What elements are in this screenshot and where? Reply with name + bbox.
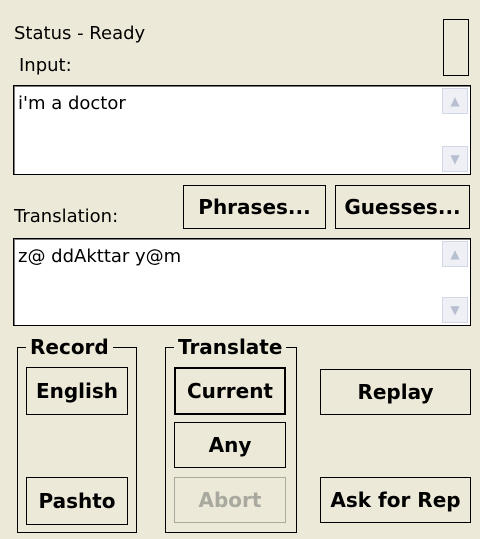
translation-scrollbar[interactable]: ▲ ▼ bbox=[442, 241, 468, 323]
translation-textarea[interactable]: z@ ddAkttar y@m ▲ ▼ bbox=[13, 238, 471, 326]
input-textarea[interactable]: i'm a doctor ▲ ▼ bbox=[13, 85, 471, 175]
current-button[interactable]: Current bbox=[174, 367, 286, 415]
guesses-button[interactable]: Guesses... bbox=[335, 185, 470, 229]
record-group-title: Record bbox=[26, 335, 113, 359]
translation-text: z@ ddAkttar y@m bbox=[18, 246, 182, 267]
ask-for-rep-button[interactable]: Ask for Rep bbox=[320, 477, 471, 523]
input-text: i'm a doctor bbox=[18, 93, 126, 114]
translation-label: Translation: bbox=[14, 206, 119, 227]
scroll-up-icon[interactable]: ▲ bbox=[442, 241, 468, 267]
replay-button[interactable]: Replay bbox=[320, 369, 471, 415]
english-button[interactable]: English bbox=[26, 367, 128, 415]
status-indicator bbox=[443, 19, 469, 76]
status-text: Status - Ready bbox=[14, 23, 146, 44]
scroll-up-icon[interactable]: ▲ bbox=[442, 88, 468, 114]
input-scrollbar[interactable]: ▲ ▼ bbox=[442, 88, 468, 172]
abort-button[interactable]: Abort bbox=[174, 477, 286, 523]
translate-group-title: Translate bbox=[174, 335, 287, 359]
scroll-down-icon[interactable]: ▼ bbox=[442, 297, 468, 323]
any-button[interactable]: Any bbox=[174, 422, 286, 468]
pashto-button[interactable]: Pashto bbox=[26, 477, 128, 525]
phrases-button[interactable]: Phrases... bbox=[183, 185, 326, 229]
scroll-down-icon[interactable]: ▼ bbox=[442, 146, 468, 172]
input-label: Input: bbox=[19, 55, 72, 76]
